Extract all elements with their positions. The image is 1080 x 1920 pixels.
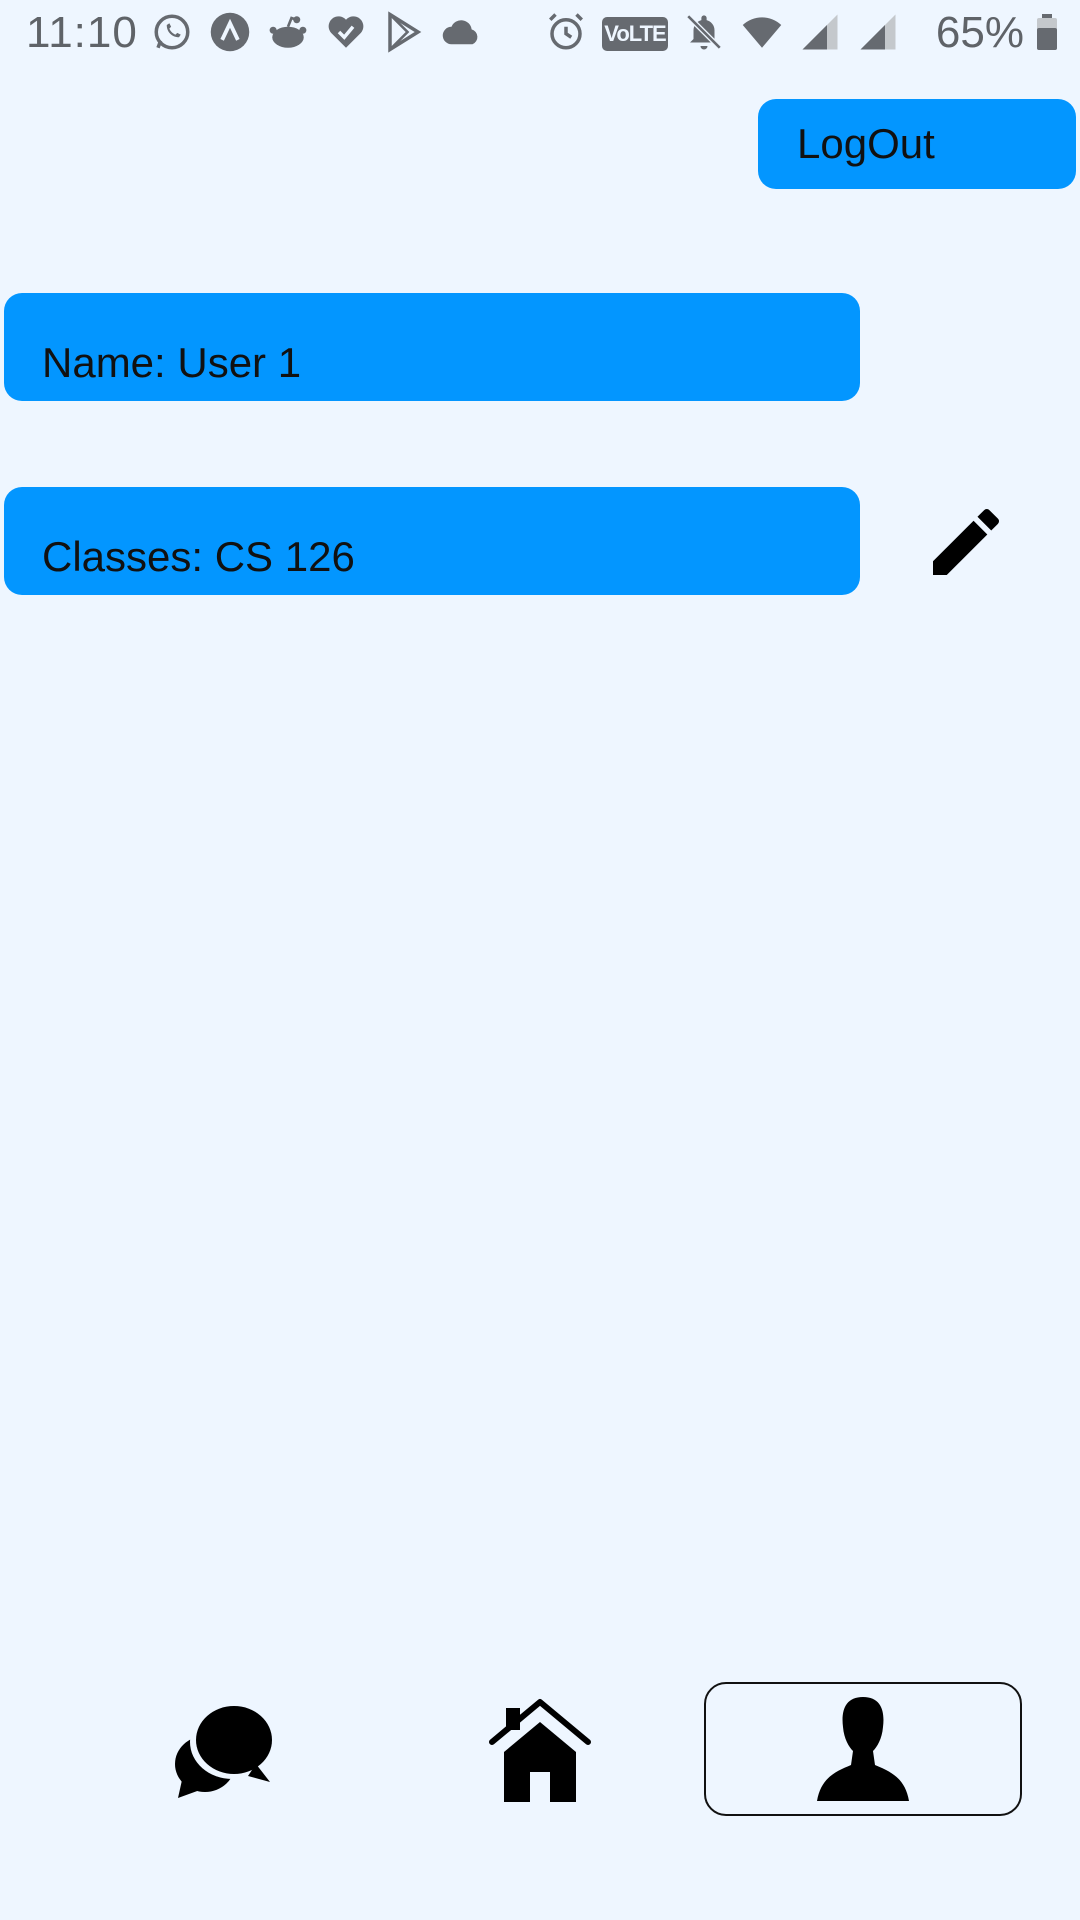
whatsapp-icon: [150, 10, 194, 54]
battery-icon: [1037, 14, 1057, 50]
status-time: 11:10: [26, 8, 138, 57]
notification-icons: [150, 10, 484, 54]
volte-icon: VoLTE: [602, 17, 668, 51]
classes-field: Classes: CS 126: [4, 487, 860, 595]
status-bar: 11:10 VoLTE 65%: [0, 0, 1080, 64]
notifications-off-icon: [682, 10, 726, 54]
nav-profile-button[interactable]: [704, 1682, 1022, 1816]
heart-check-icon: [324, 10, 368, 54]
home-icon: [489, 1699, 591, 1802]
alarm-icon: [544, 10, 588, 54]
battery-percent: 65%: [935, 8, 1024, 57]
wifi-icon: [740, 10, 784, 54]
edit-classes-button[interactable]: [920, 494, 1012, 590]
signal-icon: [798, 10, 842, 54]
logout-button[interactable]: LogOut: [758, 99, 1076, 189]
profile-icon: [817, 1697, 909, 1801]
bottom-nav: [0, 1680, 1080, 1820]
name-field: Name: User 1: [4, 293, 860, 401]
nav-home-button[interactable]: [470, 1690, 610, 1810]
profile-screen: 11:10 VoLTE 65% LogOut Name: User 1 Clas…: [0, 0, 1080, 1920]
reddit-icon: [266, 10, 310, 54]
nav-chat-button[interactable]: [150, 1690, 290, 1810]
pencil-icon: [933, 508, 1000, 575]
play-store-icon: [382, 10, 426, 54]
arc-icon: [208, 10, 252, 54]
system-icons: VoLTE: [544, 10, 900, 54]
signal-icon-2: [856, 10, 900, 54]
chat-icon: [175, 1705, 274, 1798]
cloud-icon: [440, 10, 484, 54]
